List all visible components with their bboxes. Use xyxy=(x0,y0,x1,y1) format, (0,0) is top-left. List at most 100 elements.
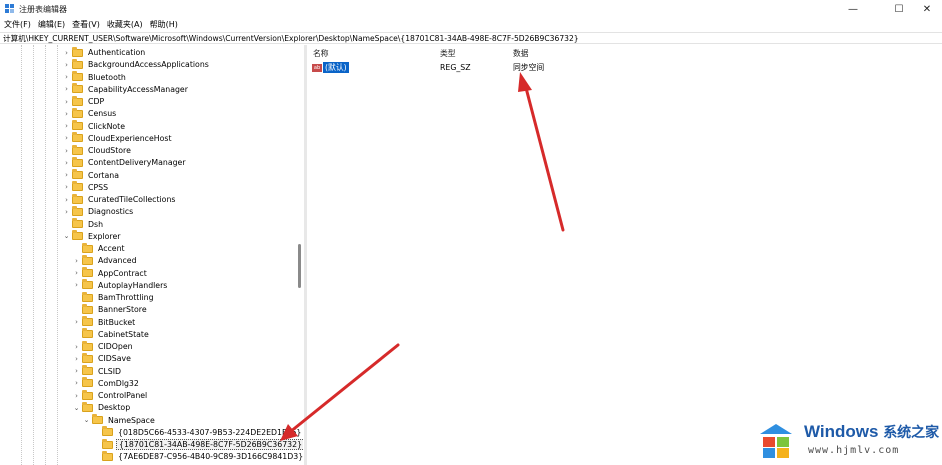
chevron-right-icon[interactable]: › xyxy=(72,255,81,267)
tree-node[interactable]: {7AE6DE87-C956-4B40-9C89-3D166C9841D3} xyxy=(92,450,303,463)
tree-node-label[interactable]: BamThrottling xyxy=(96,293,156,302)
tree-node-label[interactable]: Bluetooth xyxy=(86,73,128,82)
tree-scrollbar-thumb[interactable] xyxy=(298,244,301,288)
tree-node[interactable]: › CLSID xyxy=(72,365,123,377)
close-button[interactable]: ✕ xyxy=(912,0,942,18)
tree-node[interactable]: BannerStore xyxy=(72,303,149,316)
menu-file[interactable]: 文件(F) xyxy=(0,18,34,31)
tree-node-label[interactable]: CloudStore xyxy=(86,146,133,155)
tree-node-label[interactable]: CIDSave xyxy=(96,354,133,363)
menu-help[interactable]: 帮助(H) xyxy=(146,18,181,31)
chevron-right-icon[interactable]: › xyxy=(72,341,81,353)
chevron-right-icon[interactable]: › xyxy=(62,83,71,95)
address-bar[interactable]: 计算机\HKEY_CURRENT_USER\Software\Microsoft… xyxy=(0,32,942,44)
tree-node-label[interactable]: Diagnostics xyxy=(86,207,135,216)
tree-node[interactable]: › Census xyxy=(62,107,118,120)
tree-node[interactable]: › Authentication xyxy=(62,46,147,59)
tree-node-label[interactable]: BitBucket xyxy=(96,318,137,327)
tree-node-label[interactable]: NameSpace xyxy=(106,416,157,425)
tree-node[interactable]: › AppContract xyxy=(72,267,149,279)
tree-node[interactable]: › CDP xyxy=(62,95,106,108)
chevron-right-icon[interactable]: › xyxy=(62,145,71,157)
minimize-button[interactable]: — xyxy=(838,0,868,18)
tree-node-label[interactable]: Advanced xyxy=(96,256,139,265)
chevron-right-icon[interactable]: › xyxy=(62,71,71,83)
chevron-right-icon[interactable]: › xyxy=(62,132,71,144)
chevron-right-icon[interactable]: › xyxy=(72,390,81,402)
tree-node-label[interactable]: BannerStore xyxy=(96,305,149,314)
tree-node[interactable]: › Advanced xyxy=(72,254,139,267)
tree-node-label[interactable]: Cortana xyxy=(86,171,121,180)
tree-node[interactable]: › CPSS xyxy=(62,181,110,193)
chevron-down-icon[interactable]: ⌄ xyxy=(62,230,71,242)
chevron-right-icon[interactable]: › xyxy=(62,96,71,108)
chevron-down-icon[interactable]: ⌄ xyxy=(82,414,91,426)
tree-node[interactable]: {18701C81-34AB-498E-8C7F-5D26B9C36732} xyxy=(92,438,303,451)
tree-node[interactable]: › CuratedTileCollections xyxy=(62,193,177,206)
chevron-right-icon[interactable]: › xyxy=(72,267,81,279)
tree-node[interactable]: › ContentDeliveryManager xyxy=(62,156,188,169)
chevron-right-icon[interactable]: › xyxy=(62,108,71,120)
tree-node[interactable]: Dsh xyxy=(62,218,105,230)
chevron-right-icon[interactable]: › xyxy=(62,120,71,132)
tree-node-label[interactable]: ContentDeliveryManager xyxy=(86,158,188,167)
tree-node[interactable]: › CloudExperienceHost xyxy=(62,132,174,144)
tree-node[interactable]: › ClickNote xyxy=(62,120,127,132)
chevron-right-icon[interactable]: › xyxy=(62,194,71,206)
tree-node-label[interactable]: BackgroundAccessApplications xyxy=(86,60,211,69)
tree-node[interactable]: CabinetState xyxy=(72,328,151,340)
tree-node[interactable]: › Cortana xyxy=(62,169,121,181)
value-name[interactable]: (默认) xyxy=(323,62,349,73)
tree-node[interactable]: › ComDlg32 xyxy=(72,377,141,389)
tree-node-label[interactable]: AppContract xyxy=(96,269,149,278)
tree-node-label[interactable]: {018D5C66-4533-4307-9B53-224DE2ED1FE6} xyxy=(116,428,303,437)
tree-node[interactable]: ⌄ Explorer xyxy=(62,230,122,242)
tree-node-label[interactable]: CPSS xyxy=(86,183,110,192)
tree-node-label[interactable]: AutoplayHandlers xyxy=(96,281,169,290)
tree-node[interactable]: › CloudStore xyxy=(62,144,133,157)
chevron-right-icon[interactable]: › xyxy=(62,157,71,169)
chevron-right-icon[interactable]: › xyxy=(62,181,71,193)
column-header-type[interactable]: 类型 xyxy=(440,48,456,59)
menu-favorites[interactable]: 收藏夹(A) xyxy=(103,18,146,31)
tree-node-label[interactable]: {18701C81-34AB-498E-8C7F-5D26B9C36732} xyxy=(116,439,303,450)
tree-node[interactable]: BamThrottling xyxy=(72,291,156,304)
tree-node-label[interactable]: CuratedTileCollections xyxy=(86,195,177,204)
tree-node-label[interactable]: Census xyxy=(86,109,118,118)
tree-node-label[interactable]: CLSID xyxy=(96,367,123,376)
tree-node-label[interactable]: CDP xyxy=(86,97,106,106)
menu-edit[interactable]: 编辑(E) xyxy=(34,18,68,31)
values-list[interactable]: 名称 类型 数据 ab (默认) REG_SZ 同步空间 xyxy=(308,45,942,465)
tree-node[interactable]: ⌄ Desktop xyxy=(72,401,132,414)
chevron-right-icon[interactable]: › xyxy=(62,169,71,181)
chevron-right-icon[interactable]: › xyxy=(62,47,71,59)
tree-node[interactable]: {018D5C66-4533-4307-9B53-224DE2ED1FE6} xyxy=(92,426,303,438)
tree-node-label[interactable]: Explorer xyxy=(86,232,122,241)
tree-node-label[interactable]: ClickNote xyxy=(86,122,127,131)
tree-node[interactable]: Accent xyxy=(72,242,127,255)
chevron-right-icon[interactable]: › xyxy=(72,365,81,377)
tree-node-label[interactable]: CabinetState xyxy=(96,330,151,339)
column-header-data[interactable]: 数据 xyxy=(513,48,529,59)
chevron-right-icon[interactable]: › xyxy=(72,377,81,389)
tree-node[interactable]: › Diagnostics xyxy=(62,205,135,218)
value-row[interactable]: ab (默认) REG_SZ 同步空间 xyxy=(308,62,942,73)
chevron-right-icon[interactable]: › xyxy=(72,279,81,291)
tree-node-label[interactable]: Accent xyxy=(96,244,127,253)
tree-node[interactable]: › CapabilityAccessManager xyxy=(62,83,190,95)
column-header-name[interactable]: 名称 xyxy=(313,48,329,59)
tree-node-label[interactable]: Authentication xyxy=(86,48,147,57)
tree-node-label[interactable]: CapabilityAccessManager xyxy=(86,85,190,94)
tree-node-label[interactable]: Desktop xyxy=(96,403,132,412)
chevron-right-icon[interactable]: › xyxy=(72,316,81,328)
tree-node-label[interactable]: ComDlg32 xyxy=(96,379,141,388)
tree-node[interactable]: › CIDSave xyxy=(72,352,133,365)
tree-node-label[interactable]: CIDOpen xyxy=(96,342,135,351)
tree-node-label[interactable]: {7AE6DE87-C956-4B40-9C89-3D166C9841D3} xyxy=(116,452,303,461)
tree-node-label[interactable]: ControlPanel xyxy=(96,391,149,400)
tree-node[interactable]: › ControlPanel xyxy=(72,389,149,402)
chevron-right-icon[interactable]: › xyxy=(62,59,71,71)
maximize-button[interactable]: ☐ xyxy=(884,0,914,18)
tree-node-label[interactable]: Dsh xyxy=(86,220,105,229)
tree-node[interactable]: › CIDOpen xyxy=(72,340,135,353)
